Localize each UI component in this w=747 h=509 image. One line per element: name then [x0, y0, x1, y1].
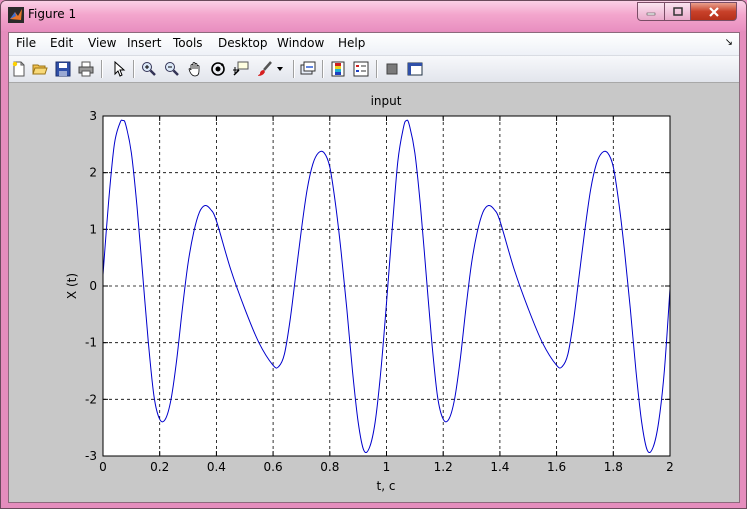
open-file-icon — [32, 64, 48, 75]
new-figure-icon — [12, 61, 25, 77]
x-tick-label: 0 — [99, 460, 107, 474]
figure-client-area: File Edit View Insert Tools Desktop Wind… — [8, 32, 740, 503]
figure-window: Figure 1 File Edit View Insert Tools Des… — [0, 0, 747, 509]
x-tick-label: 1 — [383, 460, 391, 474]
x-tick-label: 1.8 — [604, 460, 623, 474]
legend-icon — [353, 61, 369, 77]
open-file-button[interactable] — [31, 60, 49, 78]
menu-window[interactable]: Window — [277, 36, 324, 50]
close-icon — [708, 6, 719, 17]
brush-button[interactable] — [256, 60, 274, 78]
y-tick-labels: 3 2 1 0 -1 -2 -3 — [85, 109, 97, 463]
x-tick-label: 1.6 — [547, 460, 566, 474]
save-icon — [55, 61, 71, 77]
chart-title: input — [371, 94, 402, 108]
link-plot-button[interactable] — [299, 60, 317, 78]
x-tick-label: 1.4 — [490, 460, 509, 474]
show-plot-tools-button[interactable] — [406, 60, 424, 78]
x-tick-label: 0.8 — [320, 460, 339, 474]
y-tick-label: 1 — [89, 222, 97, 236]
pan-button[interactable] — [186, 60, 204, 78]
x-axis-label: t, c — [377, 479, 396, 493]
save-button[interactable] — [54, 60, 72, 78]
print-icon — [78, 61, 94, 77]
x-tick-label: 1.2 — [434, 460, 453, 474]
print-button[interactable] — [77, 60, 95, 78]
plot-svg[interactable]: 3 2 1 0 -1 -2 -3 0 0.2 0.4 0.6 0.8 1 1.2 1.4 1.6 1.8 2 i… — [9, 83, 741, 502]
toolbar-separator — [376, 60, 378, 78]
title-bar[interactable]: Figure 1 — [1, 1, 746, 31]
y-tick-label: -3 — [85, 449, 97, 463]
colorbar-button[interactable] — [329, 60, 347, 78]
y-tick-label: 0 — [89, 279, 97, 293]
figure-toolbar — [9, 56, 739, 83]
dock-arrow-icon[interactable]: ↘ — [725, 37, 733, 48]
toolbar-separator — [133, 60, 135, 78]
hide-plot-tools-icon — [386, 63, 398, 75]
menu-view[interactable]: View — [88, 36, 116, 50]
hide-plot-tools-button[interactable] — [383, 60, 401, 78]
x-tick-labels: 0 0.2 0.4 0.6 0.8 1 1.2 1.4 1.6 1.8 2 — [99, 460, 674, 474]
link-plot-icon — [300, 61, 316, 75]
y-axis-label: X (t) — [65, 273, 79, 299]
menu-tools[interactable]: Tools — [173, 36, 203, 50]
x-tick-label: 0.4 — [207, 460, 226, 474]
x-tick-label: 0.6 — [264, 460, 283, 474]
figure-canvas: 3 2 1 0 -1 -2 -3 0 0.2 0.4 0.6 0.8 1 1.2 1.4 1.6 1.8 2 i… — [9, 83, 739, 502]
menu-bar: File Edit View Insert Tools Desktop Wind… — [9, 33, 739, 56]
rotate-3d-icon — [211, 62, 225, 76]
toolbar-separator — [322, 60, 324, 78]
y-tick-label: -2 — [85, 392, 97, 406]
data-cursor-button[interactable] — [232, 60, 250, 78]
pan-hand-icon — [188, 62, 200, 77]
x-tick-label: 0.2 — [150, 460, 169, 474]
zoom-in-icon — [142, 62, 156, 76]
edit-plot-button[interactable] — [110, 60, 128, 78]
rotate-3d-button[interactable] — [209, 60, 227, 78]
brush-icon — [258, 61, 272, 76]
x-tick-label: 2 — [666, 460, 674, 474]
zoom-out-button[interactable] — [163, 60, 181, 78]
new-figure-button[interactable] — [10, 60, 28, 78]
matlab-logo-icon — [8, 7, 24, 23]
window-title: Figure 1 — [28, 7, 77, 21]
brush-dropdown-button[interactable] — [275, 60, 285, 78]
toolbar-separator — [101, 60, 103, 78]
show-plot-tools-icon — [407, 62, 423, 76]
zoom-out-icon — [165, 62, 179, 76]
menu-edit[interactable]: Edit — [50, 36, 73, 50]
y-tick-label: -1 — [85, 336, 97, 350]
y-tick-label: 2 — [89, 166, 97, 180]
menu-insert[interactable]: Insert — [127, 36, 161, 50]
brush-dropdown-icon — [277, 67, 283, 71]
toolbar-separator — [293, 60, 295, 78]
menu-desktop[interactable]: Desktop — [218, 36, 268, 50]
zoom-in-button[interactable] — [140, 60, 158, 78]
maximize-icon — [672, 7, 683, 16]
data-cursor-icon — [233, 61, 249, 76]
minimize-icon — [646, 12, 656, 15]
menu-file[interactable]: File — [16, 36, 36, 50]
minimize-button[interactable] — [637, 2, 665, 21]
colorbar-icon — [331, 61, 345, 77]
menu-help[interactable]: Help — [338, 36, 365, 50]
maximize-button[interactable] — [664, 2, 691, 21]
edit-plot-arrow-icon — [114, 61, 126, 77]
close-button[interactable] — [690, 2, 737, 21]
y-tick-label: 3 — [89, 109, 97, 123]
legend-button[interactable] — [352, 60, 370, 78]
